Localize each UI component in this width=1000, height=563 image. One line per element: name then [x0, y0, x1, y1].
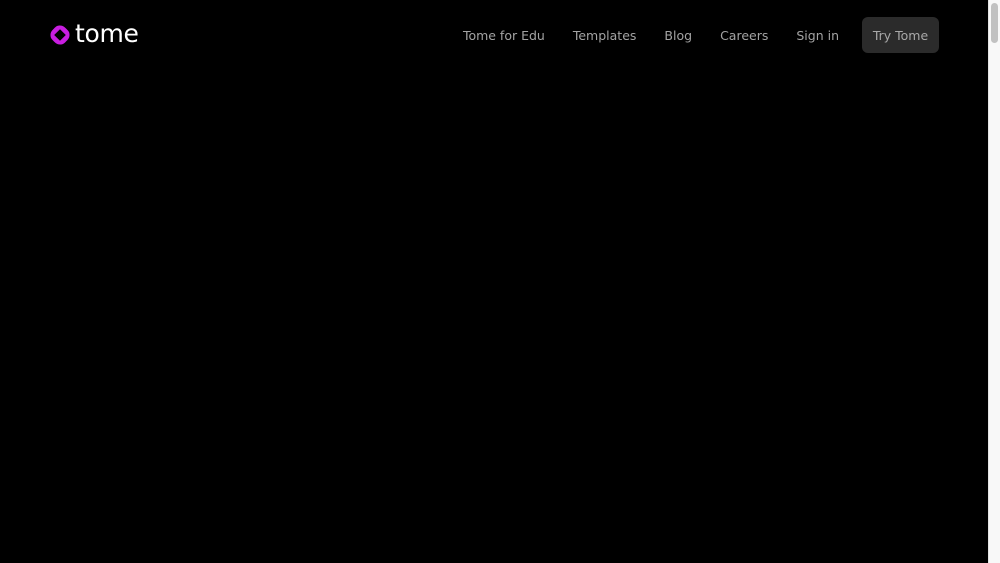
nav-link-tome-for-edu[interactable]: Tome for Edu — [463, 28, 545, 43]
nav-link-templates[interactable]: Templates — [573, 28, 637, 43]
try-tome-button[interactable]: Try Tome — [862, 17, 939, 53]
vertical-scrollbar[interactable] — [988, 0, 1000, 563]
brand-name: tome — [75, 19, 139, 48]
top-navbar: tome Tome for Edu Templates Blog Careers… — [0, 0, 988, 70]
scrollbar-thumb[interactable] — [991, 3, 998, 43]
nav-link-careers[interactable]: Careers — [720, 28, 768, 43]
nav-link-blog[interactable]: Blog — [664, 28, 692, 43]
tome-logo-icon — [50, 25, 70, 44]
page: tome Tome for Edu Templates Blog Careers… — [0, 0, 988, 563]
nav-links: Tome for Edu Templates Blog Careers Sign… — [463, 17, 939, 53]
logo-link[interactable]: tome — [49, 19, 139, 48]
sign-in-link[interactable]: Sign in — [796, 28, 839, 43]
